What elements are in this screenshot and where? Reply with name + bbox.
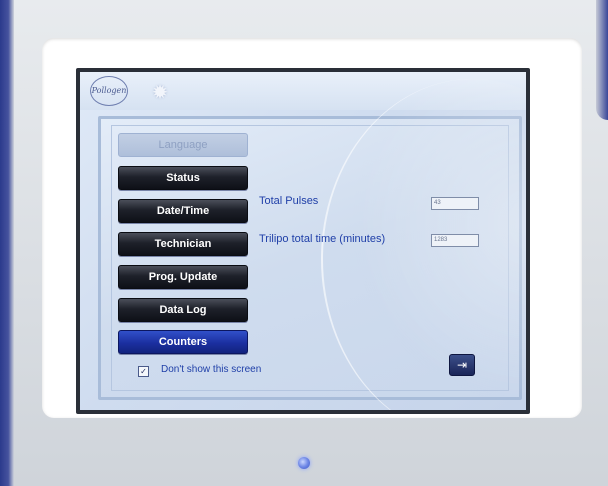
dont-show-label: Don't show this screen — [161, 364, 262, 375]
gear-icon[interactable]: ✹ — [150, 82, 170, 102]
trilipo-time-label: Trilipo total time (minutes) — [259, 233, 386, 245]
device-casing-left — [0, 0, 14, 486]
menu-button-technician[interactable]: Technician — [118, 232, 248, 256]
dont-show-checkbox[interactable]: ✓ — [138, 366, 149, 377]
menu-button-date-time[interactable]: Date/Time — [118, 199, 248, 223]
brand-logo: Pollogen — [90, 76, 128, 106]
total-pulses-label: Total Pulses — [259, 195, 319, 207]
menu-button-status[interactable]: Status — [118, 166, 248, 190]
menu-button-counters[interactable]: Counters — [118, 330, 248, 354]
exit-button[interactable]: ⇥ — [449, 354, 475, 376]
menu-button-data-log[interactable]: Data Log — [118, 298, 248, 322]
total-pulses-value: 43 — [431, 197, 479, 210]
menu-button-language[interactable]: Language — [118, 133, 248, 157]
menu-button-prog-update[interactable]: Prog. Update — [118, 265, 248, 289]
device-casing-right — [596, 0, 608, 120]
trilipo-time-value: 1283 — [431, 234, 479, 247]
touch-display: Pollogen ✹ Language Status Date/Time Tec… — [80, 72, 526, 410]
power-indicator-light — [298, 457, 310, 469]
exit-icon: ⇥ — [456, 358, 468, 372]
